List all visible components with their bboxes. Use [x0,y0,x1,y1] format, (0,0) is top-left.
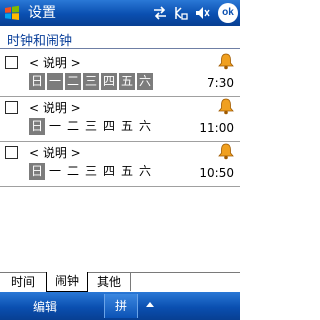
input-panel-arrow-icon[interactable] [146,302,154,307]
day-thu[interactable]: 四 [101,163,117,180]
signal-icon[interactable] [173,5,189,21]
day-wed[interactable]: 三 [83,73,99,90]
bell-icon[interactable] [217,53,235,70]
alarm-days: 日 一 二 三 四 五 六 [29,118,155,135]
day-wed[interactable]: 三 [83,118,99,135]
day-sat[interactable]: 六 [137,73,153,90]
alarm-time[interactable]: 10:50 [199,165,234,181]
day-thu[interactable]: 四 [101,118,117,135]
tab-strip: 时间 闹钟 其他 [0,272,240,292]
alarm-days: 日 一 二 三 四 五 六 [29,73,155,90]
day-mon[interactable]: 一 [47,73,63,90]
day-sat[interactable]: 六 [137,163,153,180]
row-divider [0,186,240,187]
bell-icon[interactable] [217,143,235,160]
day-sun[interactable]: 日 [29,163,45,180]
tab-other[interactable]: 其他 [88,273,131,291]
bell-icon[interactable] [217,98,235,115]
alarm-enable-checkbox[interactable] [5,146,18,159]
day-sun[interactable]: 日 [29,118,45,135]
volume-icon[interactable] [194,5,210,21]
day-tue[interactable]: 二 [65,118,81,135]
day-thu[interactable]: 四 [101,73,117,90]
app-title: 设置 [28,5,56,21]
alarm-row-3[interactable]: < 说明 > 日 一 二 三 四 五 六 10:50 [0,142,240,189]
day-tue[interactable]: 二 [65,163,81,180]
alarm-description[interactable]: < 说明 > [29,145,81,161]
input-method-label: 拼 [114,299,127,313]
day-sun[interactable]: 日 [29,73,45,90]
alarm-time[interactable]: 11:00 [199,120,234,136]
page-title: 时钟和闹钟 [7,34,73,49]
alarm-enable-checkbox[interactable] [5,56,18,69]
ok-button[interactable]: ok [218,3,238,23]
alarm-time[interactable]: 7:30 [207,75,234,91]
alarm-enable-checkbox[interactable] [5,101,18,114]
alarm-description[interactable]: < 说明 > [29,55,81,71]
alarm-row-2[interactable]: < 说明 > 日 一 二 三 四 五 六 11:00 [0,97,240,144]
day-fri[interactable]: 五 [119,73,135,90]
input-panel-button[interactable]: 拼 [104,294,138,318]
section-divider [0,48,240,49]
day-fri[interactable]: 五 [119,163,135,180]
day-tue[interactable]: 二 [65,73,81,90]
title-bar: 设置 ok [0,0,240,26]
alarm-row-1[interactable]: < 说明 > 日 一 二 三 四 五 六 7:30 [0,52,240,99]
day-wed[interactable]: 三 [83,163,99,180]
alarm-description[interactable]: < 说明 > [29,100,81,116]
start-icon[interactable] [3,4,21,22]
menu-bar: 编辑 拼 [0,292,240,320]
edit-menu[interactable]: 编辑 [33,299,57,315]
connectivity-icon[interactable] [152,5,168,21]
tab-alarm[interactable]: 闹钟 [46,272,88,292]
alarm-days: 日 一 二 三 四 五 六 [29,163,155,180]
day-mon[interactable]: 一 [47,163,63,180]
day-fri[interactable]: 五 [119,118,135,135]
day-mon[interactable]: 一 [47,118,63,135]
tab-time[interactable]: 时间 [0,273,47,291]
day-sat[interactable]: 六 [137,118,153,135]
